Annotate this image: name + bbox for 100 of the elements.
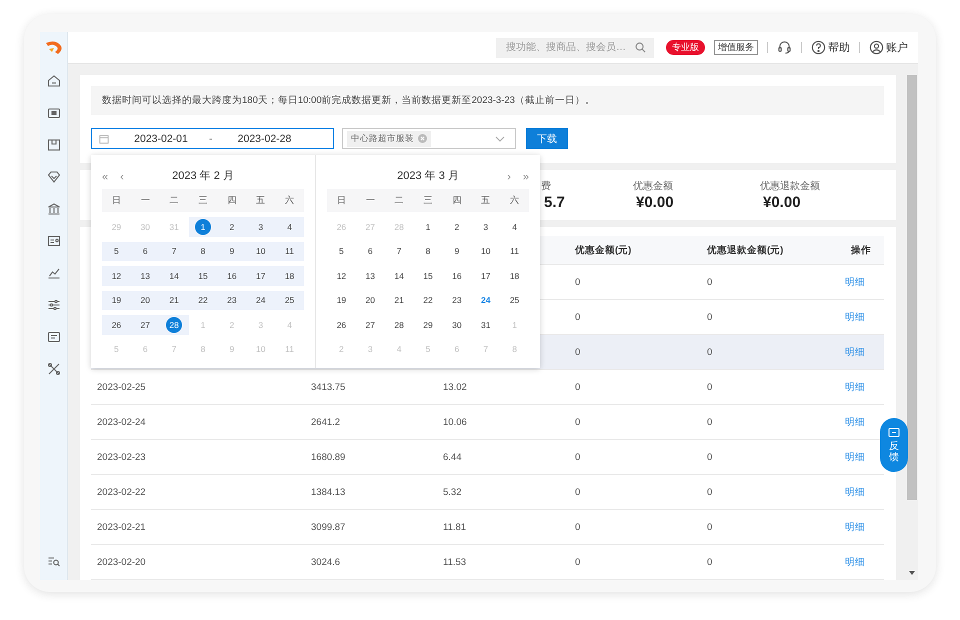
calendar-day[interactable]: 24	[478, 292, 494, 308]
table-cell: 0	[707, 416, 712, 428]
table-row[interactable]: 2023-02-24 2641.2 10.06 0 0 明细	[91, 405, 884, 440]
search-icon[interactable]	[635, 42, 646, 53]
calendar-day[interactable]: 18	[506, 268, 523, 284]
weekday-label: 二	[394, 194, 405, 207]
calendar-day[interactable]: 8	[420, 243, 436, 260]
notice-text: 数据时间可以选择的最大跨度为180天；每日10:00前完成数据更新，当前数据更新至2023-3-23（截止前一日）。	[102, 94, 595, 107]
calendar-day[interactable]: 30	[448, 316, 465, 333]
date-range-field[interactable]: 2023-02-01 - 2023-02-28	[91, 128, 334, 149]
box-icon[interactable]	[46, 138, 60, 152]
table-row[interactable]: 2023-02-22 1384.13 5.32 0 0 明细	[91, 475, 884, 510]
calendar-day[interactable]: 15	[420, 268, 436, 284]
calendar-day[interactable]: 25	[506, 292, 523, 308]
sliders-icon[interactable]	[46, 298, 60, 312]
calendar-day[interactable]: 27	[362, 316, 378, 333]
calendar-day[interactable]: 14	[391, 268, 408, 284]
user-icon[interactable]	[869, 40, 884, 55]
account-link[interactable]: 账户	[886, 40, 908, 55]
details-link[interactable]: 明细	[845, 416, 865, 428]
calendar-day[interactable]: 22	[420, 292, 436, 308]
calendar-day[interactable]: 1	[420, 218, 436, 235]
table-cell: 0	[575, 276, 580, 288]
headset-icon[interactable]	[777, 40, 792, 55]
weekday-label: 五	[255, 194, 266, 207]
calendar-day[interactable]: 2	[448, 218, 465, 235]
table-cell: 2023-02-25	[97, 382, 146, 392]
table-cell: 0	[575, 452, 580, 462]
calendar-day[interactable]: 23	[448, 292, 465, 308]
calendar-day[interactable]: 7	[391, 243, 408, 260]
weekday-label: 三	[197, 194, 208, 207]
calendar-day[interactable]: 21	[391, 292, 408, 308]
calendar-day[interactable]: 17	[478, 268, 494, 284]
scrollbar-thumb[interactable]	[907, 75, 917, 500]
month-title: 2023 年 2 月	[172, 169, 234, 183]
table-row[interactable]: 2023-02-20 3024.6 11.53 0 0 明细	[91, 545, 884, 580]
calendar-day[interactable]: 26	[333, 316, 350, 333]
next-year-button[interactable]: »	[522, 171, 529, 183]
home-icon[interactable]	[46, 74, 60, 88]
prev-month-button[interactable]: ‹	[120, 171, 124, 183]
message-icon	[888, 427, 900, 439]
calendar-day[interactable]: 28	[391, 316, 408, 333]
calendar-day[interactable]: 6	[362, 243, 378, 260]
next-month-button[interactable]: ›	[507, 171, 511, 183]
calendar-day[interactable]: 19	[333, 292, 350, 308]
calendar-day[interactable]: 12	[333, 268, 350, 284]
prev-year-button[interactable]: «	[102, 171, 108, 183]
details-link[interactable]: 明细	[845, 556, 865, 568]
table-cell: 0	[707, 276, 712, 288]
details-link[interactable]: 明细	[845, 452, 865, 462]
calendar-day[interactable]: 1	[194, 218, 211, 235]
search-field[interactable]: 搜功能、搜商品、搜会员…	[496, 38, 654, 58]
table-row[interactable]: 2023-02-21 3099.87 11.81 0 0 明细	[91, 510, 884, 545]
store-select[interactable]: 中心路超市服装	[342, 128, 516, 149]
calendar-day[interactable]: 16	[448, 268, 465, 284]
calendar-day[interactable]: 13	[362, 268, 378, 284]
weekday-label: 一	[140, 194, 151, 207]
wallet-icon[interactable]	[46, 106, 60, 120]
calendar-day[interactable]: 5	[333, 243, 350, 260]
calendar-day[interactable]: 10	[478, 243, 494, 260]
calendar-day[interactable]: 9	[448, 243, 465, 260]
table-cell: 0	[575, 382, 580, 392]
weekday-label: 一	[364, 194, 376, 207]
logo-icon	[44, 40, 64, 56]
diamond-icon[interactable]	[46, 170, 60, 184]
calendar-day[interactable]: 11	[506, 243, 523, 260]
details-link[interactable]: 明细	[845, 382, 865, 392]
chart-icon[interactable]	[46, 266, 60, 280]
details-link[interactable]: 明细	[845, 276, 865, 288]
table-row[interactable]: 2023-02-25 3413.75 13.02 0 0 明细	[91, 370, 884, 405]
ticket-icon[interactable]	[46, 330, 60, 344]
calendar-day[interactable]: 31	[478, 316, 494, 333]
weekday-label: 日	[110, 194, 122, 207]
feedback-button[interactable]: 反馈	[880, 418, 908, 472]
table-cell: 2023-02-23	[97, 452, 146, 462]
details-link[interactable]: 明细	[845, 486, 865, 498]
table-cell: 0	[575, 416, 580, 428]
scroll-down-icon[interactable]	[909, 571, 915, 575]
calendar-day[interactable]: 4	[506, 218, 523, 235]
month-title: 2023 年 3 月	[397, 169, 459, 183]
value-added-link[interactable]: 增值服务	[714, 40, 758, 55]
details-link[interactable]: 明细	[845, 312, 865, 322]
calendar-day[interactable]: 28	[166, 316, 182, 333]
table-cell: 11.53	[443, 556, 466, 568]
calendar-icon	[99, 134, 109, 144]
calendar-day[interactable]: 20	[362, 292, 378, 308]
card-icon[interactable]	[46, 234, 60, 248]
download-button[interactable]: 下载	[526, 128, 568, 149]
help-link[interactable]: 帮助	[828, 40, 850, 55]
table-cell: 0	[575, 522, 580, 532]
edition-badge: 专业版	[666, 40, 705, 55]
calendar-day[interactable]: 3	[478, 218, 494, 235]
details-link[interactable]: 明细	[845, 522, 865, 532]
bank-icon[interactable]	[46, 202, 60, 216]
table-cell: 6.44	[443, 452, 462, 462]
help-icon[interactable]	[811, 40, 826, 55]
calendar-day[interactable]: 29	[420, 316, 436, 333]
table-cell: 1384.13	[311, 486, 346, 498]
weekday-label: 三	[422, 194, 434, 207]
tools-icon[interactable]	[46, 362, 60, 376]
